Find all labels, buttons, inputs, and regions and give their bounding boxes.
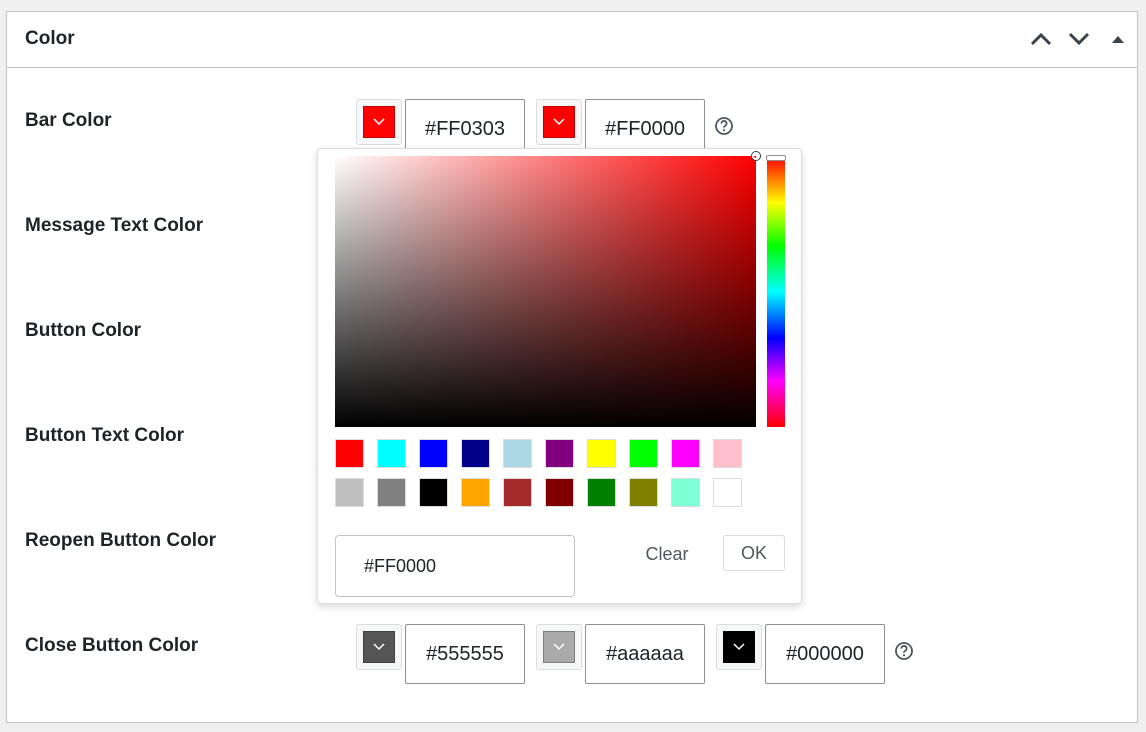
palette-swatch[interactable] bbox=[461, 439, 490, 468]
palette-swatch[interactable] bbox=[419, 478, 448, 507]
help-icon[interactable] bbox=[714, 116, 734, 136]
chevron-down-icon bbox=[553, 118, 565, 126]
ok-button[interactable]: OK bbox=[723, 535, 785, 571]
palette-swatch[interactable] bbox=[503, 439, 532, 468]
close-button-color-input-2[interactable] bbox=[585, 624, 705, 684]
palette-swatch[interactable] bbox=[377, 478, 406, 507]
palette-swatch[interactable] bbox=[629, 478, 658, 507]
palette-swatch[interactable] bbox=[629, 439, 658, 468]
chevron-down-icon bbox=[553, 643, 565, 651]
chevron-down-icon bbox=[733, 643, 745, 651]
palette-swatch[interactable] bbox=[335, 478, 364, 507]
bar-color-swatch-1[interactable] bbox=[356, 99, 402, 145]
saturation-handle[interactable] bbox=[752, 152, 760, 160]
saturation-area[interactable] bbox=[335, 152, 760, 427]
bar-color-swatch-2[interactable] bbox=[536, 99, 582, 145]
chevron-down-icon bbox=[373, 118, 385, 126]
palette-swatch[interactable] bbox=[335, 439, 364, 468]
panel-header: Color bbox=[7, 12, 1137, 68]
button-color-label: Button Color bbox=[25, 320, 142, 341]
move-up-button[interactable] bbox=[1026, 24, 1056, 54]
palette-swatch[interactable] bbox=[545, 439, 574, 468]
palette-swatch[interactable] bbox=[713, 439, 742, 468]
palette-swatch[interactable] bbox=[545, 478, 574, 507]
close-button-color-swatch-2[interactable] bbox=[536, 624, 582, 670]
chevron-down-icon bbox=[373, 643, 385, 651]
panel-title: Color bbox=[25, 28, 75, 49]
palette-swatch[interactable] bbox=[671, 439, 700, 468]
picker-hex-input[interactable] bbox=[335, 535, 575, 597]
color-chip bbox=[543, 106, 575, 138]
color-picker-popup: Clear OK bbox=[317, 148, 802, 604]
caret-up-icon bbox=[1112, 36, 1124, 43]
help-icon[interactable] bbox=[894, 641, 914, 661]
palette-swatch[interactable] bbox=[503, 478, 532, 507]
hue-handle[interactable] bbox=[766, 155, 786, 161]
color-chip bbox=[363, 631, 395, 663]
move-down-button[interactable] bbox=[1064, 24, 1094, 54]
chevron-up-icon bbox=[1030, 32, 1052, 46]
chevron-down-icon bbox=[1068, 32, 1090, 46]
palette-swatch[interactable] bbox=[419, 439, 448, 468]
toggle-panel-button[interactable] bbox=[1103, 24, 1133, 54]
button-text-color-label: Button Text Color bbox=[25, 425, 185, 446]
close-button-color-input-1[interactable] bbox=[405, 624, 525, 684]
close-button-color-swatch-3[interactable] bbox=[716, 624, 762, 670]
reopen-button-color-label: Reopen Button Color bbox=[25, 530, 217, 551]
hue-slider[interactable] bbox=[766, 155, 786, 427]
palette-swatch[interactable] bbox=[713, 478, 742, 507]
color-chip bbox=[543, 631, 575, 663]
close-button-color-input-3[interactable] bbox=[765, 624, 885, 684]
message-text-color-label: Message Text Color bbox=[25, 215, 204, 236]
bar-color-label: Bar Color bbox=[25, 110, 112, 131]
color-chip bbox=[723, 631, 755, 663]
color-chip bbox=[363, 106, 395, 138]
palette-swatch[interactable] bbox=[671, 478, 700, 507]
palette-swatch[interactable] bbox=[587, 478, 616, 507]
palette-swatch[interactable] bbox=[587, 439, 616, 468]
palette-swatch[interactable] bbox=[377, 439, 406, 468]
clear-button[interactable]: Clear bbox=[629, 539, 705, 569]
close-button-color-label: Close Button Color bbox=[25, 635, 199, 656]
close-button-color-swatch-1[interactable] bbox=[356, 624, 402, 670]
palette-swatch[interactable] bbox=[461, 478, 490, 507]
